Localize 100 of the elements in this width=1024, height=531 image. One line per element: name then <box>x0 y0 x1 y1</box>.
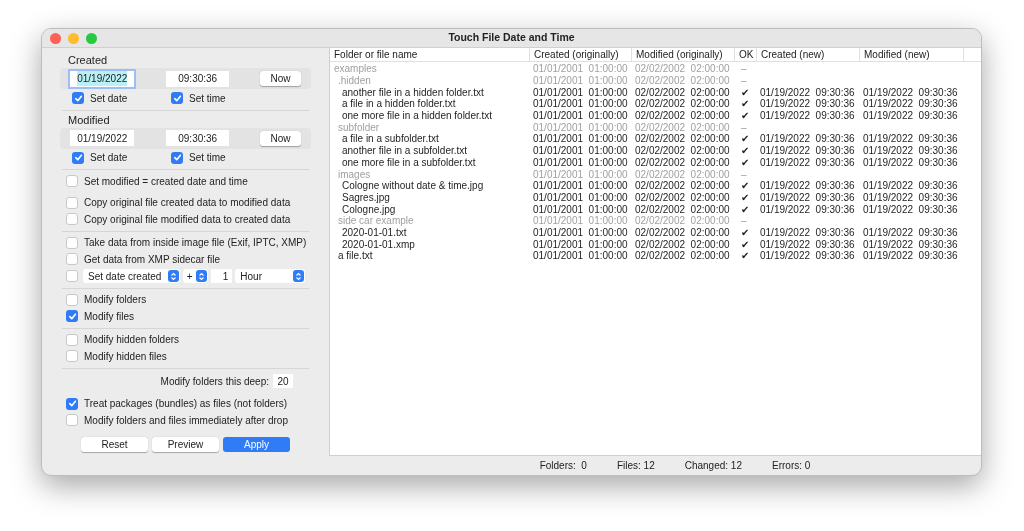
minimize-icon[interactable] <box>68 32 79 44</box>
checkbox-label: Treat packages (bundles) as files (not folders) <box>84 397 288 412</box>
checkbox[interactable] <box>66 236 78 249</box>
action-button[interactable]: Reset <box>81 436 148 452</box>
sign-select[interactable]: + <box>182 269 208 283</box>
column-header[interactable]: Created (originally) <box>530 48 632 61</box>
maximize-icon[interactable] <box>86 32 97 44</box>
checkbox-label: Set modified = created date and time <box>84 174 248 189</box>
table-cell-text: 02/02/2002 02:00:00 <box>634 132 731 146</box>
table-cell-text: 01/19/2022 09:30:36 <box>759 225 856 240</box>
table-cell-text: 01/19/2022 09:30:36 <box>759 85 856 99</box>
table-cell-text: 01/01/2001 01:00:00 <box>532 120 629 134</box>
table-cell-text: 01/01/2001 01:00:00 <box>532 155 629 170</box>
window-title: Touch File Date and Time <box>448 30 575 46</box>
table-cell-text: 01/19/2022 09:30:36 <box>862 249 959 264</box>
checkbox-label: Modify hidden folders <box>84 333 180 348</box>
table-cell-text: 01/01/2001 01:00:00 <box>532 249 629 264</box>
table-cell-text: 01/01/2001 01:00:00 <box>532 144 629 158</box>
status-text: Errors: 0 <box>772 459 811 473</box>
status-mark: ✔ <box>740 202 750 217</box>
column-header[interactable]: OK <box>735 48 757 61</box>
time-field[interactable]: 09:30:36 <box>166 70 229 87</box>
table-cell-text: 01/19/2022 09:30:36 <box>759 155 856 170</box>
table-cell-text: 02/02/2002 02:00:00 <box>634 74 731 88</box>
table-cell-text: 01/19/2022 09:30:36 <box>759 249 856 264</box>
table-cell-text: 02/02/2002 02:00:00 <box>634 109 731 123</box>
table-cell-text: 01/19/2022 09:30:36 <box>759 202 856 217</box>
column-header[interactable]: Modified (new) <box>860 48 964 61</box>
table-cell-text: 01/01/2001 01:00:00 <box>532 109 629 123</box>
table-cell-text: 01/19/2022 09:30:36 <box>862 132 959 146</box>
table-cell-text: 02/02/2002 02:00:00 <box>634 225 731 240</box>
close-icon[interactable] <box>50 32 61 44</box>
status-text: Changed: 12 <box>684 459 742 473</box>
column-header[interactable]: Modified (originally) <box>632 48 735 61</box>
checkbox[interactable] <box>66 397 78 410</box>
checkbox-label: Set time <box>189 91 226 106</box>
depth-field[interactable]: 20 <box>273 374 293 388</box>
table-cell-text: 01/19/2022 09:30:36 <box>759 144 856 158</box>
time-field[interactable]: 09:30:36 <box>166 130 229 146</box>
checkbox[interactable] <box>66 293 78 306</box>
table-cell-text: 01/01/2001 01:00:00 <box>532 190 629 205</box>
table-cell-text: 02/02/2002 02:00:00 <box>634 120 731 134</box>
checkbox[interactable] <box>66 350 78 363</box>
stepper-icon <box>167 270 179 282</box>
table-cell-text: 01/19/2022 09:30:36 <box>862 109 959 124</box>
checkbox[interactable] <box>72 92 84 105</box>
table-cell-text: 01/01/2001 01:00:00 <box>532 237 629 251</box>
table-cell-text: 01/19/2022 09:30:36 <box>862 85 959 99</box>
now-button[interactable]: Now <box>260 71 301 86</box>
status-mark: ✔ <box>740 97 750 112</box>
date-type-select[interactable]: Set date created <box>83 269 180 283</box>
checkbox-label: Modify folders <box>84 293 147 308</box>
checkbox[interactable] <box>66 253 78 266</box>
table-cell-text: 01/01/2001 01:00:00 <box>532 74 629 88</box>
table-cell-text: 02/02/2002 02:00:00 <box>634 167 731 181</box>
section-label: Modified <box>67 113 111 127</box>
table-cell-text: 01/19/2022 09:30:36 <box>759 190 856 205</box>
table-cell-text: 02/02/2002 02:00:00 <box>634 155 731 170</box>
checkbox[interactable] <box>66 196 78 209</box>
checkbox[interactable] <box>66 175 78 188</box>
table-cell-text: 01/01/2001 01:00:00 <box>532 167 629 181</box>
checkbox-label: Set date <box>90 151 128 166</box>
apply-button[interactable]: Apply <box>223 436 290 452</box>
table-cell-text: 01/01/2001 01:00:00 <box>532 97 629 111</box>
checkbox[interactable] <box>171 92 183 105</box>
amount-field[interactable]: 1 <box>210 269 233 283</box>
depth-label: Modify folders this deep: <box>160 374 269 389</box>
table-cell-text: 01/01/2001 01:00:00 <box>532 225 629 240</box>
table-cell-text: 02/02/2002 02:00:00 <box>634 202 731 216</box>
table-cell-text: 02/02/2002 02:00:00 <box>634 237 731 251</box>
checkbox[interactable] <box>72 151 84 164</box>
checkbox-label: Modify folders and files immediately after drop <box>84 413 288 428</box>
checkbox[interactable] <box>66 310 78 323</box>
action-button[interactable]: Preview <box>152 436 219 452</box>
checkbox-label: Set date <box>90 91 128 106</box>
table-cell-text: 01/01/2001 01:00:00 <box>532 202 629 216</box>
unit-select[interactable]: Hour <box>235 269 305 283</box>
status-mark: ✔ <box>740 237 750 252</box>
status-mark: ✔ <box>740 132 750 147</box>
column-header[interactable]: Created (new) <box>757 48 860 61</box>
checkbox[interactable] <box>66 333 78 346</box>
table-cell-text: 02/02/2002 02:00:00 <box>634 179 731 193</box>
checkbox[interactable] <box>66 213 78 226</box>
date-field[interactable]: 01/19/2022 <box>70 70 135 87</box>
checkbox[interactable] <box>66 270 78 282</box>
checkbox[interactable] <box>171 151 183 164</box>
status-text: Files: 12 <box>616 459 655 473</box>
table-cell-text: 01/19/2022 09:30:36 <box>862 202 959 217</box>
stepper-icon <box>293 270 304 282</box>
checkbox-label: Set time <box>189 151 226 166</box>
table-cell-text: 01/01/2001 01:00:00 <box>532 62 629 76</box>
date-field[interactable]: 01/19/2022 <box>70 130 135 146</box>
table-cell-text: 02/02/2002 02:00:00 <box>634 190 731 205</box>
now-button[interactable]: Now <box>260 130 301 146</box>
column-header[interactable]: Folder or file name <box>330 48 530 61</box>
checkbox[interactable] <box>66 414 78 427</box>
table-cell-text: 01/19/2022 09:30:36 <box>862 190 959 205</box>
table-cell-text: 01/19/2022 09:30:36 <box>759 237 856 251</box>
status-mark: – <box>740 167 748 182</box>
table-cell-text: 01/19/2022 09:30:36 <box>759 179 856 193</box>
